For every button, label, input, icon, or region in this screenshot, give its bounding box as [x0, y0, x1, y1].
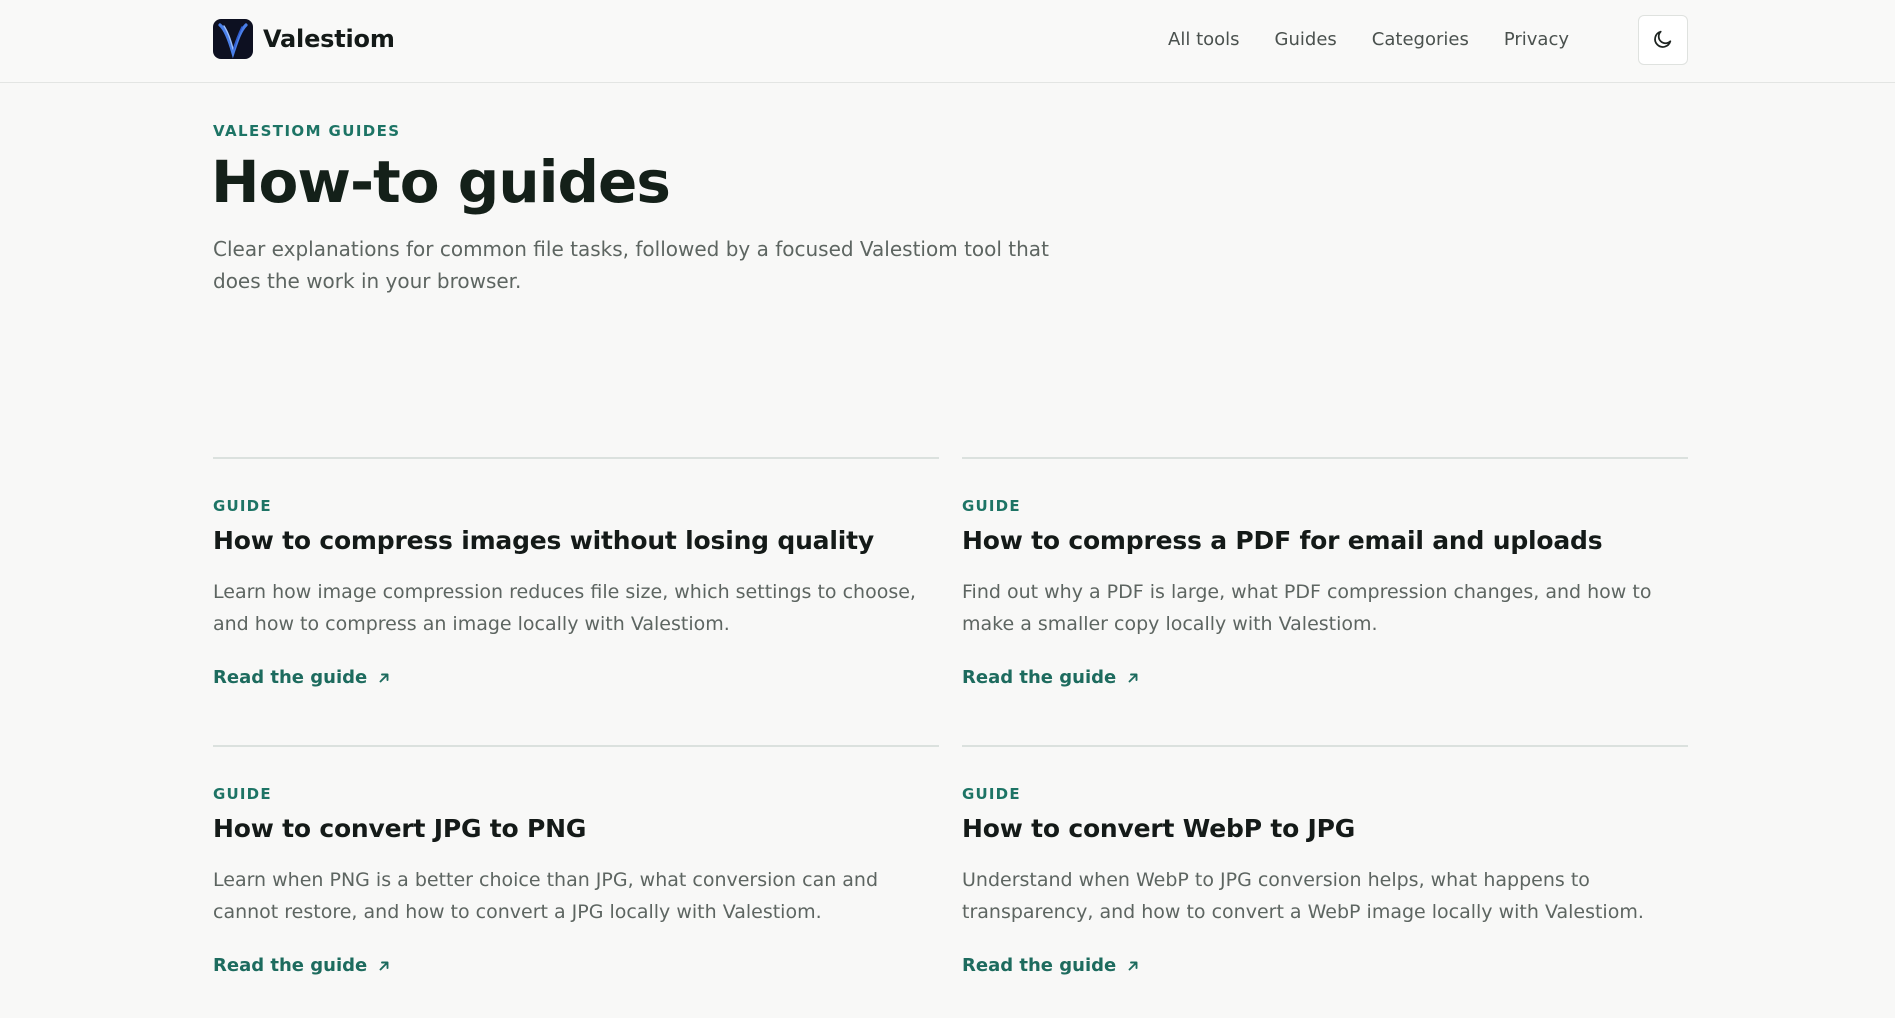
arrow-up-right-icon	[377, 671, 391, 685]
guide-label: GUIDE	[962, 785, 1021, 803]
arrow-up-right-icon	[377, 959, 391, 973]
guide-card-compress-pdf: GUIDE How to compress a PDF for email an…	[962, 457, 1688, 724]
guide-description: Learn when PNG is a better choice than J…	[213, 869, 879, 923]
read-guide-link[interactable]: Read the guide	[213, 667, 391, 688]
page-eyebrow: VALESTIOM GUIDES	[213, 122, 401, 140]
guide-label: GUIDE	[962, 497, 1021, 515]
arrow-up-right-icon	[1126, 671, 1140, 685]
brand-name: Valestiom	[263, 25, 395, 53]
guide-description: Find out why a PDF is large, what PDF co…	[962, 581, 1652, 635]
guide-title[interactable]: How to convert JPG to PNG	[213, 814, 586, 843]
guide-title[interactable]: How to compress a PDF for email and uplo…	[962, 526, 1603, 555]
brand-home-link[interactable]: Valestiom	[213, 19, 395, 59]
main-nav: All tools Guides Categories Privacy	[1133, 0, 1569, 79]
valestiom-logo-icon	[213, 19, 253, 59]
read-guide-link[interactable]: Read the guide	[962, 955, 1140, 976]
read-guide-link[interactable]: Read the guide	[213, 955, 391, 976]
moon-icon	[1652, 28, 1674, 53]
read-guide-label: Read the guide	[213, 667, 368, 688]
read-guide-label: Read the guide	[962, 667, 1117, 688]
read-guide-label: Read the guide	[962, 955, 1117, 976]
site-header: Valestiom All tools Guides Categories Pr…	[0, 0, 1895, 83]
nav-privacy[interactable]: Privacy	[1504, 29, 1569, 50]
guide-title[interactable]: How to compress images without losing qu…	[213, 526, 874, 555]
guide-description: Understand when WebP to JPG conversion h…	[962, 869, 1644, 923]
nav-guides[interactable]: Guides	[1275, 29, 1337, 50]
guide-card-webp-to-jpg: GUIDE How to convert WebP to JPG Underst…	[962, 745, 1688, 1012]
page-lede: Clear explanations for common file tasks…	[213, 237, 1049, 293]
guide-description: Learn how image compression reduces file…	[213, 581, 916, 635]
guide-label: GUIDE	[213, 785, 272, 803]
arrow-up-right-icon	[1126, 959, 1140, 973]
guide-card-jpg-to-png: GUIDE How to convert JPG to PNG Learn wh…	[213, 745, 939, 1012]
read-guide-link[interactable]: Read the guide	[962, 667, 1140, 688]
read-guide-label: Read the guide	[213, 955, 368, 976]
guide-card-compress-images: GUIDE How to compress images without los…	[213, 457, 939, 724]
guide-label: GUIDE	[213, 497, 272, 515]
page-title: How-to guides	[211, 148, 671, 216]
nav-all-tools[interactable]: All tools	[1168, 29, 1240, 50]
theme-toggle-button[interactable]	[1638, 15, 1688, 65]
nav-categories[interactable]: Categories	[1372, 29, 1469, 50]
guide-title[interactable]: How to convert WebP to JPG	[962, 814, 1355, 843]
